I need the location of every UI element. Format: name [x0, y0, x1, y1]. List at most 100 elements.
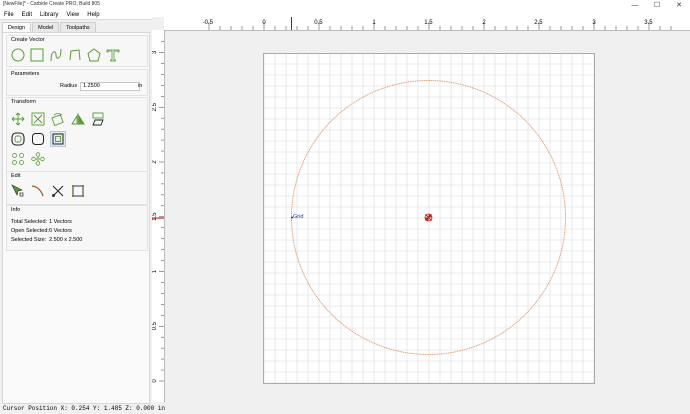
smooth-curve-tool[interactable]: [31, 184, 45, 198]
ruler-label: 2: [152, 160, 158, 164]
ruler-label: 0.5: [314, 20, 323, 26]
radius-field[interactable]: 1.2500: [80, 82, 140, 91]
polygon-icon: [87, 48, 101, 62]
curve-icon: [50, 48, 62, 62]
menu-edit[interactable]: Edit: [18, 12, 36, 18]
mirror-icon: [71, 113, 85, 125]
shear-icon: [92, 112, 104, 126]
minimize-button[interactable]: —: [624, 0, 646, 10]
menu-view[interactable]: View: [62, 12, 83, 18]
ruler-label: 1.5: [424, 20, 433, 26]
mirror-tool[interactable]: [71, 112, 85, 126]
ruler-label: 3: [592, 20, 596, 26]
rectangle-tool[interactable]: [30, 48, 44, 62]
info-value: 2.500 x 2.500: [49, 237, 83, 243]
scale-tool[interactable]: [31, 112, 45, 126]
trim-tool[interactable]: [51, 184, 65, 198]
menu-library[interactable]: Library: [36, 12, 62, 18]
ruler-label: 1.5: [152, 212, 158, 221]
curve-tool[interactable]: [49, 48, 63, 62]
transform-tools-row-2: [11, 131, 66, 147]
info-value: 0 Vectors: [49, 228, 72, 234]
smooth-curve-icon: [31, 185, 44, 197]
section-title-info: Info: [11, 207, 21, 213]
radius-unit: in: [138, 83, 143, 89]
text-icon: [106, 49, 120, 62]
edit-tools: [11, 184, 85, 198]
ruler-label: -0.5: [203, 20, 214, 26]
trim-icon: [51, 185, 64, 198]
ruler-label: 3: [152, 50, 158, 54]
circular-pattern-icon: [31, 152, 45, 166]
menu-file[interactable]: File: [0, 12, 18, 18]
ruler-label: 2.5: [534, 20, 543, 26]
menu-help[interactable]: Help: [83, 12, 103, 18]
ruler-label: 1: [152, 269, 158, 273]
parameters-section: Parameters Radius 1.2500 in: [6, 69, 148, 96]
polygon-tool[interactable]: [87, 48, 101, 62]
ruler-label: 2.5: [152, 102, 158, 111]
info-total-selected: Total Selected: 1 Vectors: [11, 219, 72, 225]
move-tool[interactable]: [11, 112, 25, 126]
circle-tool[interactable]: [11, 48, 25, 62]
offset-icon: [11, 132, 25, 146]
section-title-parameters: Parameters: [11, 71, 40, 77]
text-tool[interactable]: [106, 48, 120, 62]
info-label: Total Selected:: [11, 219, 48, 225]
offset-tool[interactable]: [11, 132, 25, 146]
circle-icon: [11, 48, 25, 62]
radius-label: Radius: [60, 83, 78, 89]
align-tool[interactable]: [50, 131, 66, 147]
horizontal-ruler-ticks: -0.5 0 0.5 1 1.5 2 2.5 3 3.5: [203, 17, 672, 30]
fillet-icon: [32, 133, 44, 145]
window-controls: — ☐ ✕: [624, 0, 690, 10]
design-panel: Create Vector Parameters Radius 1.2500 i…: [2, 32, 150, 404]
window-title: [NewFile]* - Carbide Create PRO, Build 8…: [3, 1, 100, 7]
rotate-tool[interactable]: [51, 112, 65, 126]
stock-grid[interactable]: [263, 53, 595, 384]
ruler-label: 2: [482, 20, 486, 26]
pattern-icon: [12, 153, 24, 165]
node-edit-icon: [11, 184, 24, 197]
info-open-selected: Open Selected: 0 Vectors: [11, 228, 72, 234]
info-section: Info Total Selected: 1 Vectors Open Sele…: [6, 205, 148, 251]
section-title-create-vector: Create Vector: [11, 37, 45, 43]
scale-icon: [31, 112, 45, 126]
align-icon: [52, 133, 64, 145]
maximize-button[interactable]: ☐: [646, 0, 668, 10]
bounding-box-tool[interactable]: [71, 184, 85, 198]
polyline-icon: [69, 49, 81, 61]
fillet-tool[interactable]: [31, 132, 45, 146]
info-label: Selected Size:: [11, 237, 47, 243]
title-bar: [NewFile]* - Carbide Create PRO, Build 8…: [0, 0, 690, 10]
mode-tabs: Design Model Toolpaths: [2, 22, 97, 33]
info-selected-size: Selected Size: 2.500 x 2.500: [11, 237, 82, 243]
node-edit-tool[interactable]: [11, 184, 25, 198]
vertical-ruler: 3 2.5 2 1.5 1 0.5 0: [152, 30, 165, 402]
ruler-label: 1: [372, 20, 376, 26]
vertical-ruler-ticks: 3 2.5 2 1.5 1 0.5 0: [152, 41, 164, 383]
grid-snap-label: Grid: [293, 214, 304, 220]
shear-tool[interactable]: [91, 112, 105, 126]
transform-tools-row-3: [11, 152, 45, 166]
ruler-label: 3.5: [644, 20, 653, 26]
ruler-label: 0: [152, 379, 158, 383]
cursor-position-readout: Cursor Position X: 0.254 Y: 1.485 Z: 0.0…: [3, 405, 166, 412]
ruler-label: 0: [262, 20, 266, 26]
create-vector-tools: [11, 48, 120, 62]
section-title-transform: Transform: [11, 99, 36, 105]
circular-pattern-tool[interactable]: [31, 152, 45, 166]
grid-drawing: [263, 54, 595, 384]
info-label: Open Selected:: [11, 228, 49, 234]
pattern-tool[interactable]: [11, 152, 25, 166]
rectangle-icon: [30, 48, 44, 62]
edit-section: Edit: [6, 171, 148, 205]
close-button[interactable]: ✕: [668, 0, 690, 10]
status-bar: Cursor Position X: 0.254 Y: 1.485 Z: 0.0…: [0, 404, 690, 414]
origin-marker-icon: [424, 213, 433, 222]
transform-tools-row-1: [11, 112, 105, 126]
section-title-edit: Edit: [11, 173, 21, 179]
info-value: 1 Vectors: [49, 219, 72, 225]
move-icon: [11, 112, 25, 126]
polyline-tool[interactable]: [68, 48, 82, 62]
